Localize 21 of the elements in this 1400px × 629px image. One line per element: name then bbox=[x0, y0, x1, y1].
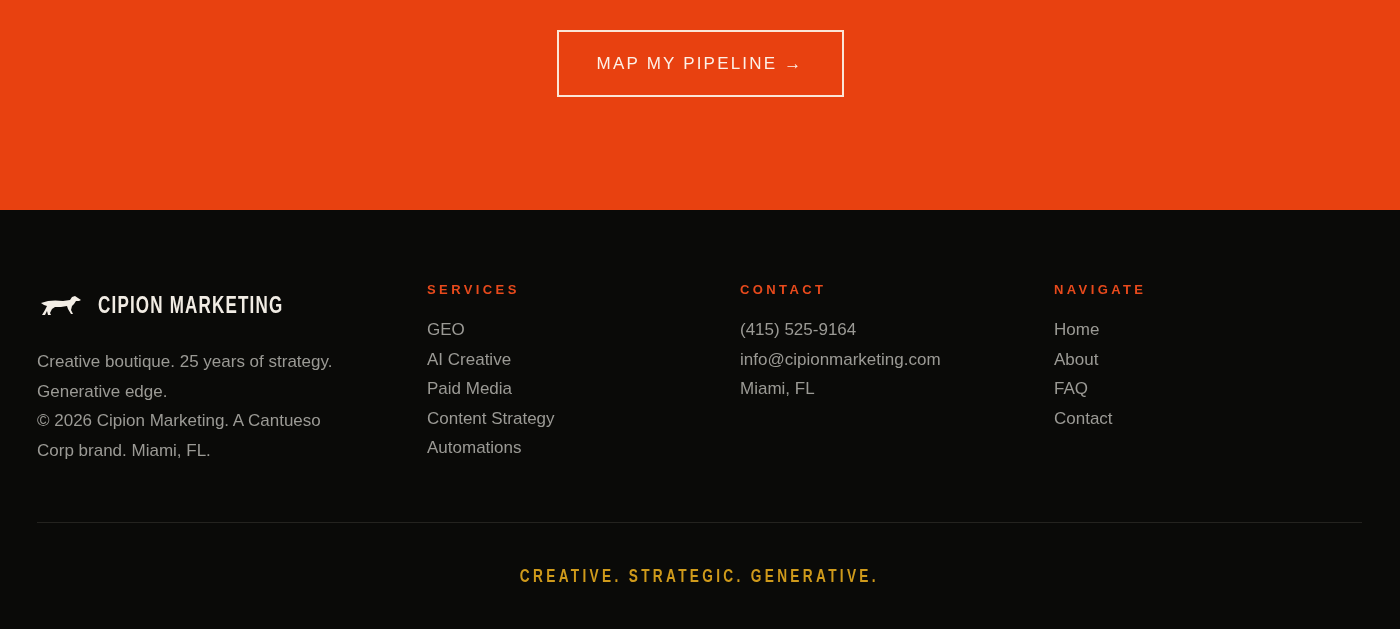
map-pipeline-button[interactable]: MAP MY PIPELINE → bbox=[556, 30, 844, 97]
column-heading: SERVICES bbox=[427, 282, 521, 298]
footer-link[interactable]: FAQ bbox=[1054, 374, 1088, 404]
footer-link[interactable]: Content Strategy bbox=[427, 403, 555, 434]
footer-link[interactable]: info@cipionmarketing.com bbox=[740, 344, 941, 375]
footer-link[interactable]: Contact bbox=[1054, 403, 1113, 434]
column-heading: CONTACT bbox=[740, 282, 828, 298]
footer-link[interactable]: (415) 525-9164 bbox=[740, 315, 857, 345]
footer-link[interactable]: Automations bbox=[427, 433, 522, 463]
brand-name: CIPION MARKETING bbox=[98, 291, 284, 319]
tagline: CREATIVE. STRATEGIC. GENERATIVE. bbox=[519, 566, 880, 586]
footer-link[interactable]: Home bbox=[1054, 315, 1100, 345]
copyright-text: © 2026 Cipion Marketing. A Cantueso Corp brand. Miami, FL. bbox=[37, 410, 322, 462]
brand-description: Creative boutique. 25 years of strategy. Generative edge. bbox=[37, 351, 334, 403]
column-heading: NAVIGATE bbox=[1054, 282, 1148, 298]
footer-link[interactable]: About bbox=[1054, 344, 1099, 375]
dog-logo-icon bbox=[39, 294, 81, 316]
footer-link[interactable]: GEO bbox=[427, 315, 465, 345]
footer-link[interactable]: Miami, FL bbox=[740, 374, 815, 404]
footer-link[interactable]: AI Creative bbox=[427, 344, 512, 375]
footer-link[interactable]: Paid Media bbox=[427, 374, 513, 404]
